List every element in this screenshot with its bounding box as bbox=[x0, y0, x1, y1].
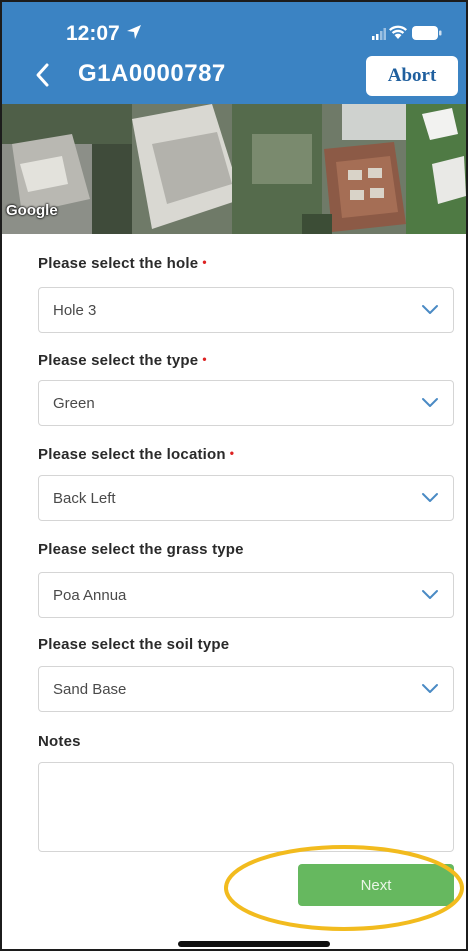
chevron-down-icon bbox=[422, 590, 438, 599]
google-attribution: Google bbox=[6, 202, 58, 219]
page-title: G1A0000787 bbox=[78, 60, 226, 87]
map-imagery bbox=[2, 104, 466, 234]
hole-select[interactable]: Hole 3 bbox=[38, 287, 454, 333]
soil-type-label: Please select the soil type bbox=[38, 636, 230, 653]
status-time: 12:07 bbox=[66, 22, 120, 45]
satellite-map[interactable]: Google bbox=[2, 104, 466, 234]
app-screen: 12:07 G1A0000787 Abort Google Please sel… bbox=[0, 0, 468, 951]
required-indicator: • bbox=[202, 352, 207, 366]
notes-label: Notes bbox=[38, 733, 81, 750]
wifi-icon bbox=[389, 25, 407, 39]
chevron-down-icon bbox=[422, 684, 438, 693]
location-select[interactable]: Back Left bbox=[38, 475, 454, 521]
hole-label: Please select the hole • bbox=[38, 255, 207, 272]
soil-type-select[interactable]: Sand Base bbox=[38, 666, 454, 712]
home-indicator bbox=[178, 941, 330, 947]
location-arrow-icon bbox=[127, 25, 141, 39]
chevron-down-icon bbox=[422, 305, 438, 314]
type-label: Please select the type • bbox=[38, 352, 207, 369]
grass-type-label: Please select the grass type bbox=[38, 541, 244, 558]
type-select-value: Green bbox=[53, 395, 95, 412]
required-indicator: • bbox=[202, 255, 207, 269]
battery-icon bbox=[412, 26, 442, 40]
notes-field[interactable] bbox=[38, 762, 454, 852]
location-label: Please select the location • bbox=[38, 446, 235, 463]
signal-icon bbox=[372, 28, 386, 40]
back-button[interactable] bbox=[30, 60, 56, 90]
header-bar: 12:07 G1A0000787 Abort bbox=[2, 2, 466, 104]
grass-type-select-value: Poa Annua bbox=[53, 587, 127, 604]
location-select-value: Back Left bbox=[53, 490, 116, 507]
next-button[interactable]: Next bbox=[298, 864, 454, 906]
grass-type-select[interactable]: Poa Annua bbox=[38, 572, 454, 618]
chevron-down-icon bbox=[422, 398, 438, 407]
soil-type-select-value: Sand Base bbox=[53, 681, 127, 698]
hole-select-value: Hole 3 bbox=[53, 302, 97, 319]
required-indicator: • bbox=[229, 446, 235, 460]
abort-button[interactable]: Abort bbox=[366, 56, 458, 96]
chevron-down-icon bbox=[422, 493, 438, 502]
chevron-left-icon bbox=[36, 63, 49, 87]
type-select[interactable]: Green bbox=[38, 380, 454, 426]
